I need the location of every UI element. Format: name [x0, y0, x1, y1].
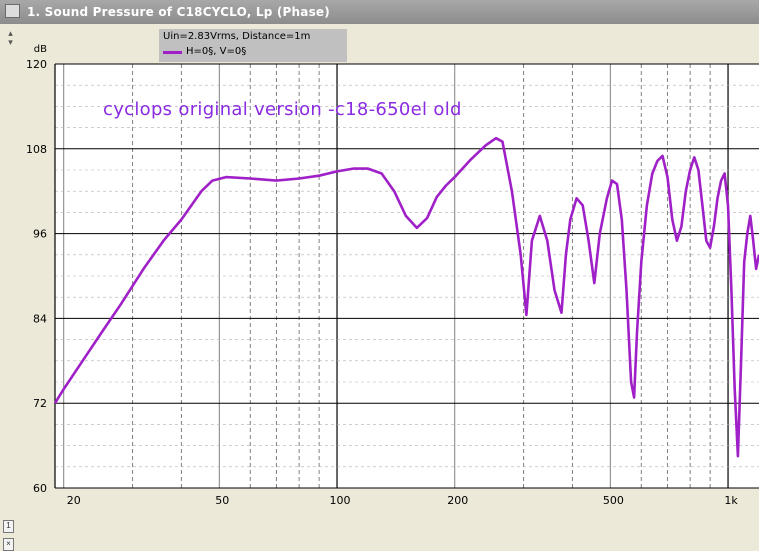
- chart-annotation: cyclops original version -c18-650el old: [103, 99, 462, 120]
- corner-toolbar: 1×: [3, 515, 27, 551]
- y-tick-label: 96: [33, 228, 47, 241]
- close-small-icon[interactable]: ×: [3, 538, 14, 551]
- window-titlebar: 1. Sound Pressure of C18CYCLO, Lp (Phase…: [0, 0, 759, 24]
- legend-series-label: H=0§, V=0§: [186, 46, 247, 57]
- window-title: 1. Sound Pressure of C18CYCLO, Lp (Phase…: [27, 5, 330, 19]
- x-tick-label: 20: [67, 494, 81, 507]
- y-tick-label: 108: [26, 143, 47, 156]
- y-tick-label: 60: [33, 482, 47, 495]
- sound-pressure-chart: 120 108 96 84 72 60 dB 20 50 100 200 500 1k: [26, 44, 759, 507]
- graph-window-icon: [5, 4, 20, 18]
- legend[interactable]: Uin=2.83Vrms, Distance=1m H=0§, V=0§: [159, 29, 347, 62]
- x-tick-label: 50: [215, 494, 229, 507]
- y-tick-label: 72: [33, 397, 47, 410]
- page-icon[interactable]: 1: [3, 520, 14, 533]
- x-tick-label: 1k: [724, 494, 738, 507]
- legend-conditions: Uin=2.83Vrms, Distance=1m: [163, 31, 311, 42]
- y-tick-label: 120: [26, 58, 47, 71]
- legend-line-swatch: [163, 51, 182, 54]
- x-tick-label: 100: [330, 494, 351, 507]
- x-tick-label: 500: [603, 494, 624, 507]
- x-tick-label: 200: [447, 494, 468, 507]
- plot-area: [55, 64, 759, 488]
- y-axis-label: dB: [34, 44, 47, 55]
- y-tick-label: 84: [33, 312, 47, 325]
